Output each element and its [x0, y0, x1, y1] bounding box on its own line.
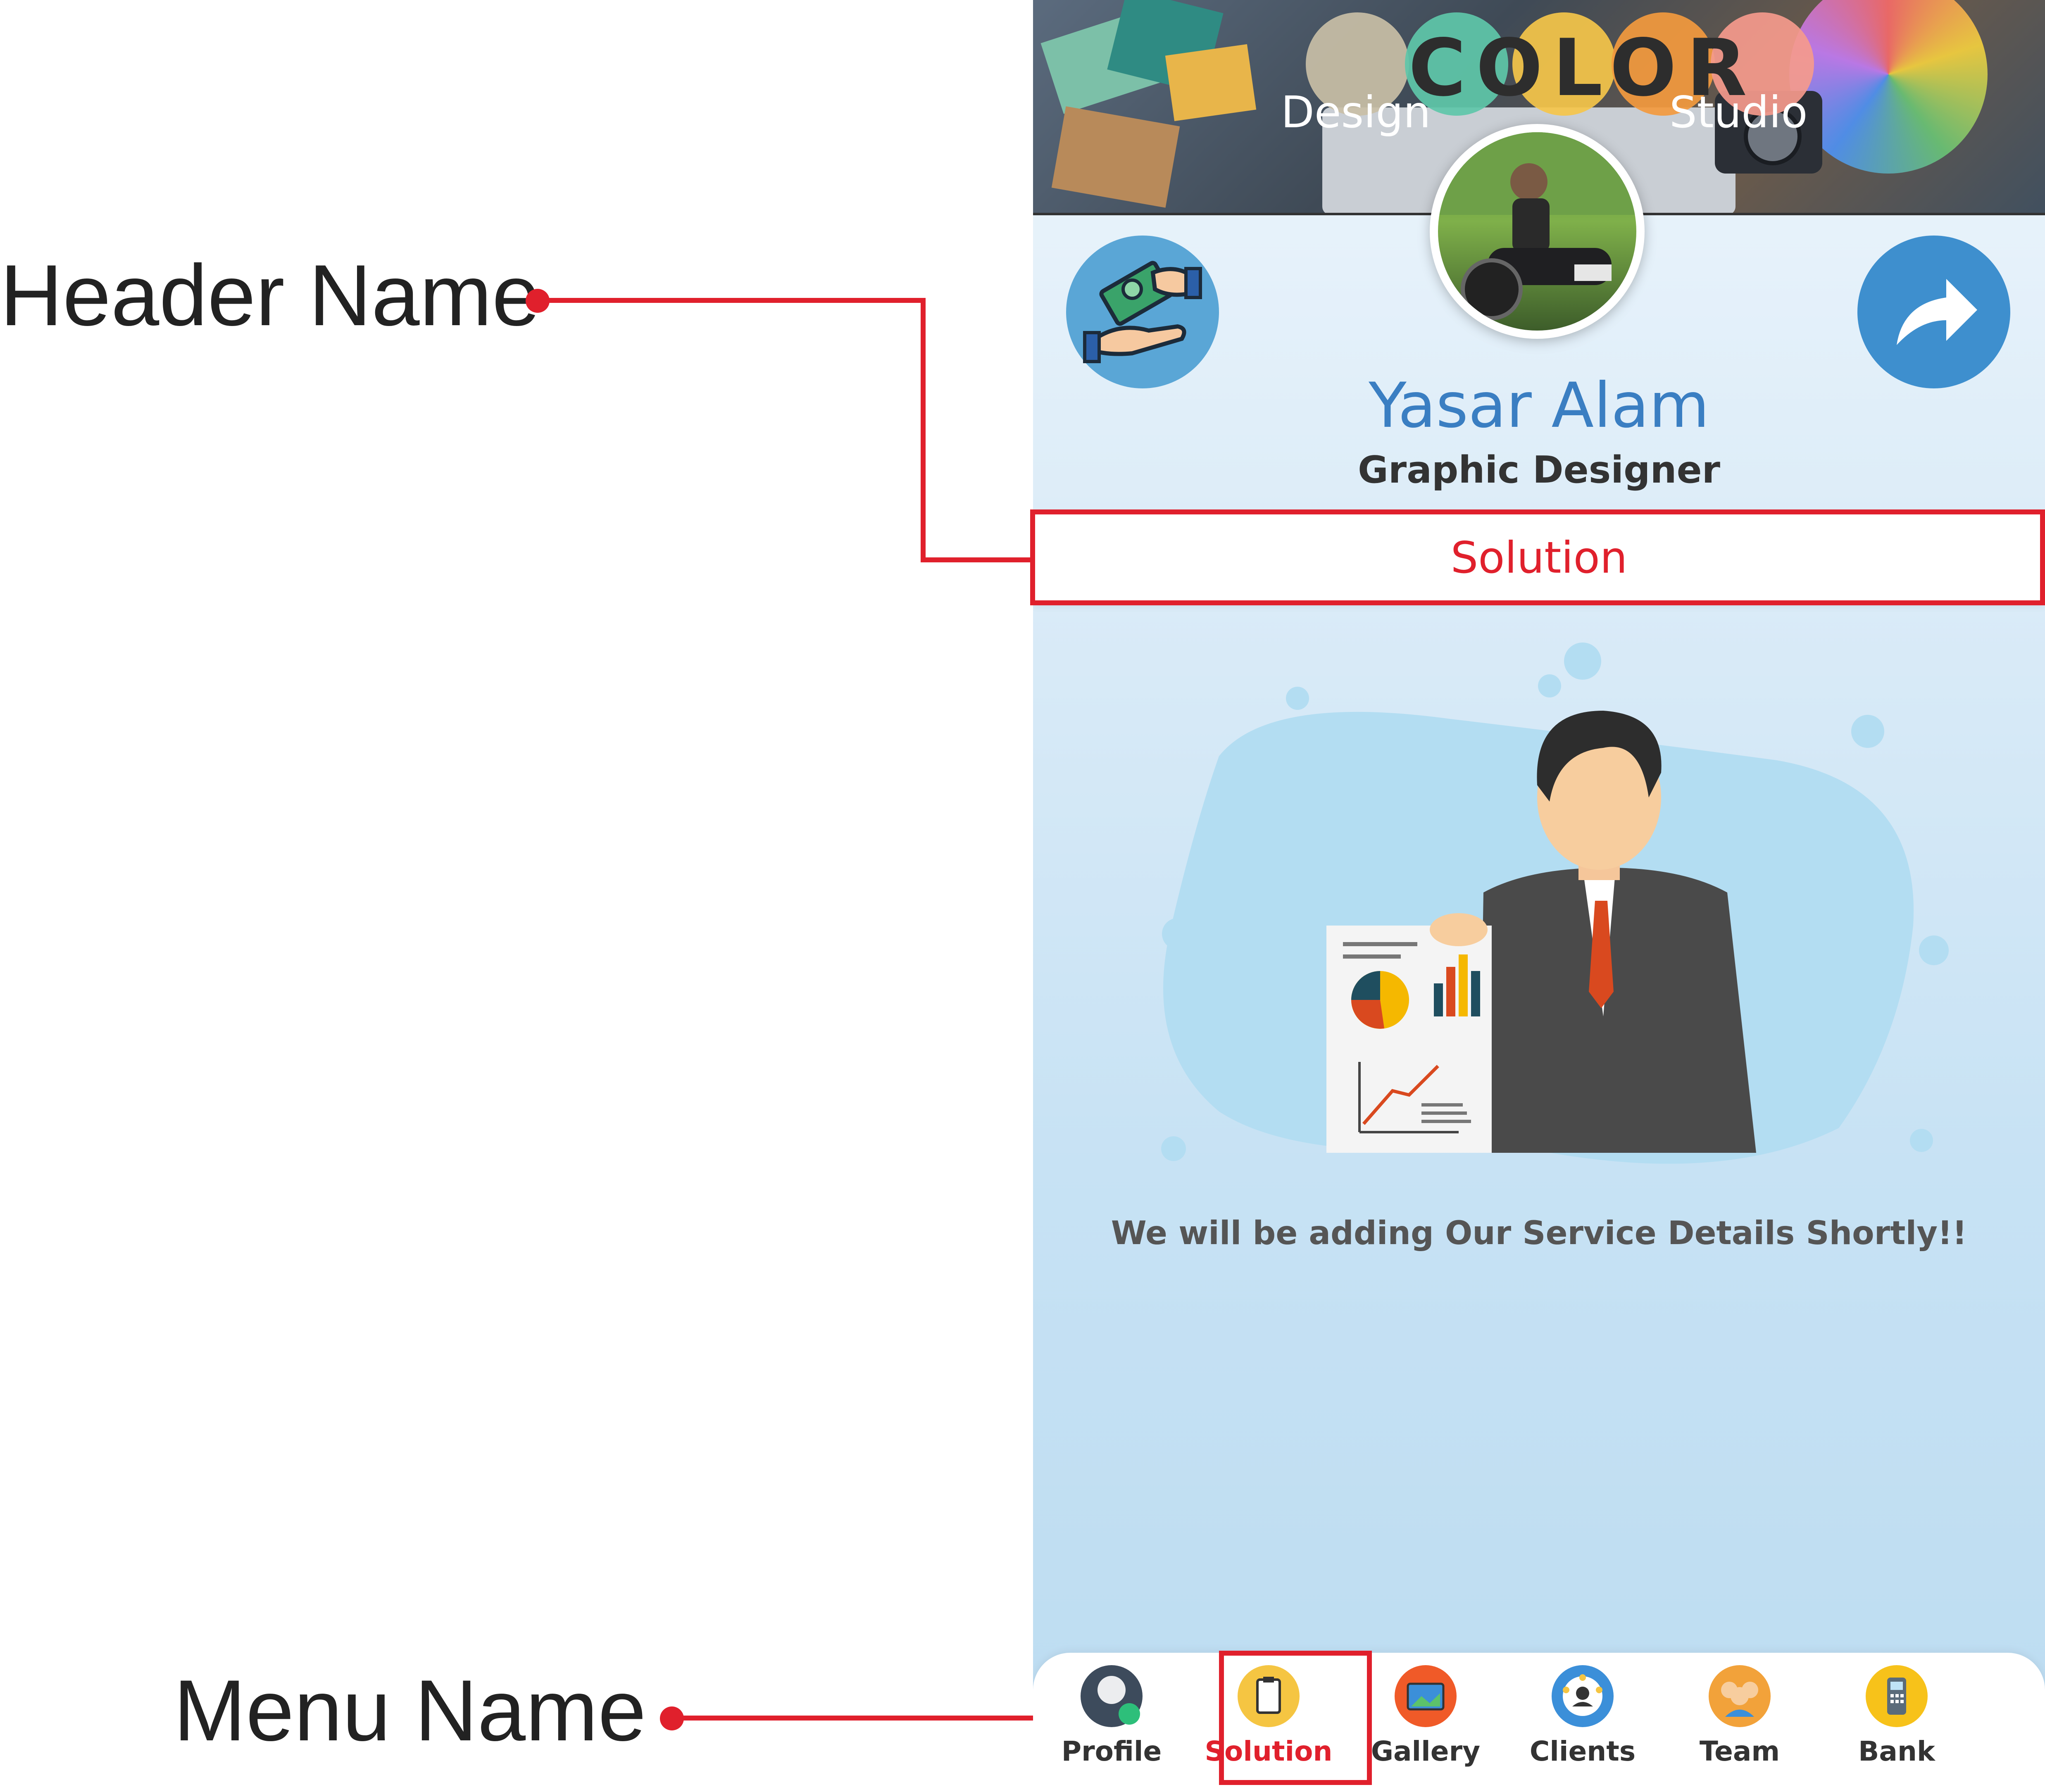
- nav-item-clients[interactable]: Clients: [1504, 1653, 1661, 1792]
- color-swatch: [1051, 106, 1180, 208]
- empty-state-message: We will be adding Our Service Details Sh…: [1111, 1215, 1967, 1252]
- clients-icon: [1552, 1665, 1614, 1727]
- header-callout-line: [537, 298, 926, 303]
- share-button[interactable]: [1857, 236, 2010, 388]
- header-callout-line: [921, 557, 1033, 562]
- color-studio-logo: COLOR Design Studio: [1281, 12, 1859, 134]
- share-arrow-icon: [1897, 279, 1977, 345]
- nav-item-bank[interactable]: Bank: [1818, 1653, 1975, 1792]
- header-callout-line: [921, 298, 926, 562]
- nav-item-team[interactable]: Team: [1661, 1653, 1818, 1792]
- mobile-screen: COLOR Design Studio Yasar Alam Graphic D…: [1033, 0, 2045, 1792]
- menu-name-callout: Menu Name: [174, 1662, 646, 1759]
- header-name-callout: Header Name: [0, 247, 540, 344]
- empty-state-illustration: [1095, 636, 2004, 1194]
- bank-icon: [1866, 1665, 1928, 1727]
- profile-name: Yasar Alam: [1369, 370, 1709, 442]
- profile-photo: [1438, 132, 1636, 331]
- hands-exchange-money-icon: [1083, 261, 1202, 363]
- payment-button[interactable]: [1066, 236, 1219, 388]
- bottom-navigation: Profile Solution Gallery Clients Team Ba…: [1033, 1653, 2045, 1792]
- profile-title: Graphic Designer: [1357, 448, 1721, 492]
- profile-icon: [1081, 1665, 1143, 1727]
- nav-item-profile[interactable]: Profile: [1033, 1653, 1190, 1792]
- gallery-icon: [1395, 1665, 1457, 1727]
- color-swatch: [1165, 44, 1257, 121]
- team-icon: [1709, 1665, 1771, 1727]
- active-menu-highlight: [1219, 1651, 1372, 1785]
- avatar[interactable]: [1430, 124, 1645, 339]
- section-header-highlight: [1030, 509, 2045, 605]
